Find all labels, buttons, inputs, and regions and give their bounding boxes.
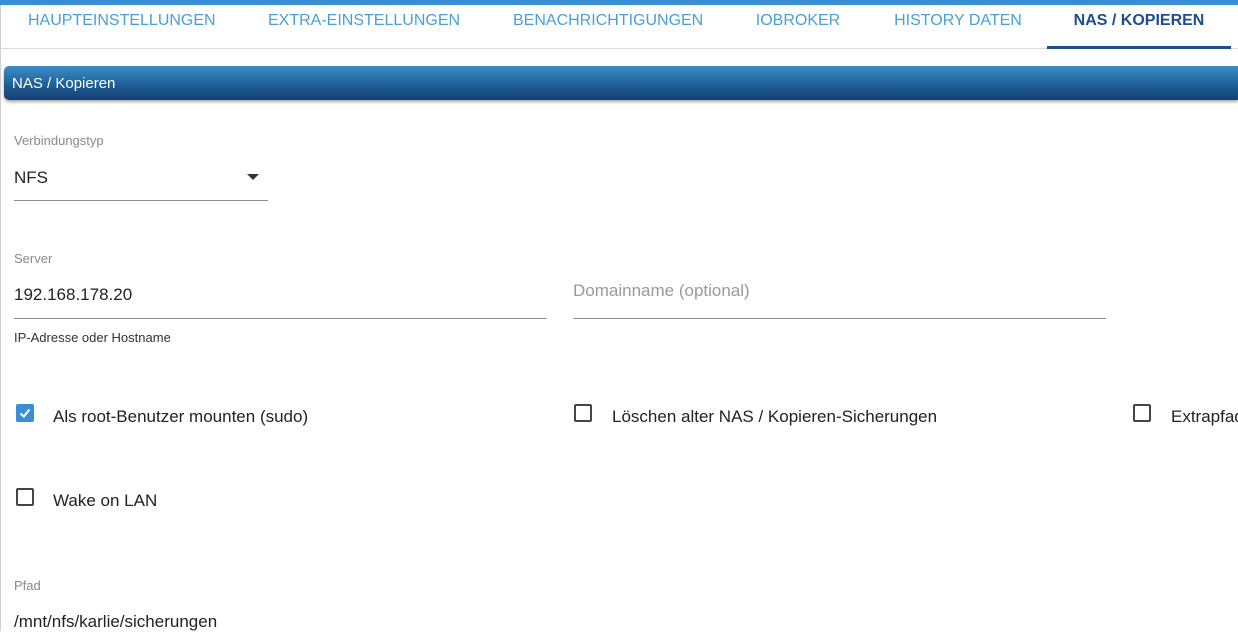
domain-underline: [573, 318, 1106, 319]
server-underline: [14, 318, 547, 319]
domain-input[interactable]: Domainname (optional): [573, 281, 750, 301]
wol-checkbox[interactable]: [16, 488, 34, 506]
connection-type-label: Verbindungstyp: [14, 133, 104, 148]
tab-history-daten[interactable]: HISTORY DATEN: [893, 5, 1023, 48]
sudo-checkbox[interactable]: [16, 404, 34, 422]
extra-path-label-clip: Extrapfad: [1171, 400, 1238, 430]
panel-title: NAS / Kopieren: [12, 75, 116, 92]
server-input[interactable]: 192.168.178.20: [14, 285, 132, 305]
wol-checkbox-label[interactable]: Wake on LAN: [53, 491, 157, 511]
tab-nas-kopieren[interactable]: NAS / KOPIEREN: [1047, 5, 1231, 49]
tab-iobroker[interactable]: IOBROKER: [755, 5, 841, 48]
connection-type-underline: [14, 200, 268, 201]
delete-old-checkbox-label[interactable]: Löschen alter NAS / Kopieren-Sicherungen: [612, 407, 937, 427]
delete-old-checkbox[interactable]: [574, 404, 592, 422]
server-helper-text: IP-Adresse oder Hostname: [14, 330, 171, 345]
path-label: Pfad: [14, 578, 41, 593]
tab-extra-einstellungen[interactable]: EXTRA-EINSTELLUNGEN: [268, 5, 460, 48]
panel-header: NAS / Kopieren: [4, 66, 1238, 100]
tab-benachrichtigungen[interactable]: BENACHRICHTIGUNGEN: [513, 5, 703, 48]
connection-type-value[interactable]: NFS: [14, 168, 48, 188]
checkmark-icon: [19, 408, 31, 418]
extra-path-checkbox[interactable]: [1133, 404, 1151, 422]
tab-bar: HAUPTEINSTELLUNGEN EXTRA-EINSTELLUNGEN B…: [1, 5, 1238, 49]
path-input[interactable]: /mnt/nfs/karlie/sicherungen: [14, 612, 217, 632]
chevron-down-icon[interactable]: [247, 174, 259, 180]
server-label: Server: [14, 251, 53, 266]
extra-path-checkbox-label[interactable]: Extrapfad: [1171, 407, 1238, 427]
sudo-checkbox-label[interactable]: Als root-Benutzer mounten (sudo): [53, 407, 308, 427]
left-border: [0, 5, 1, 631]
tab-haupteinstellungen[interactable]: HAUPTEINSTELLUNGEN: [28, 5, 216, 48]
